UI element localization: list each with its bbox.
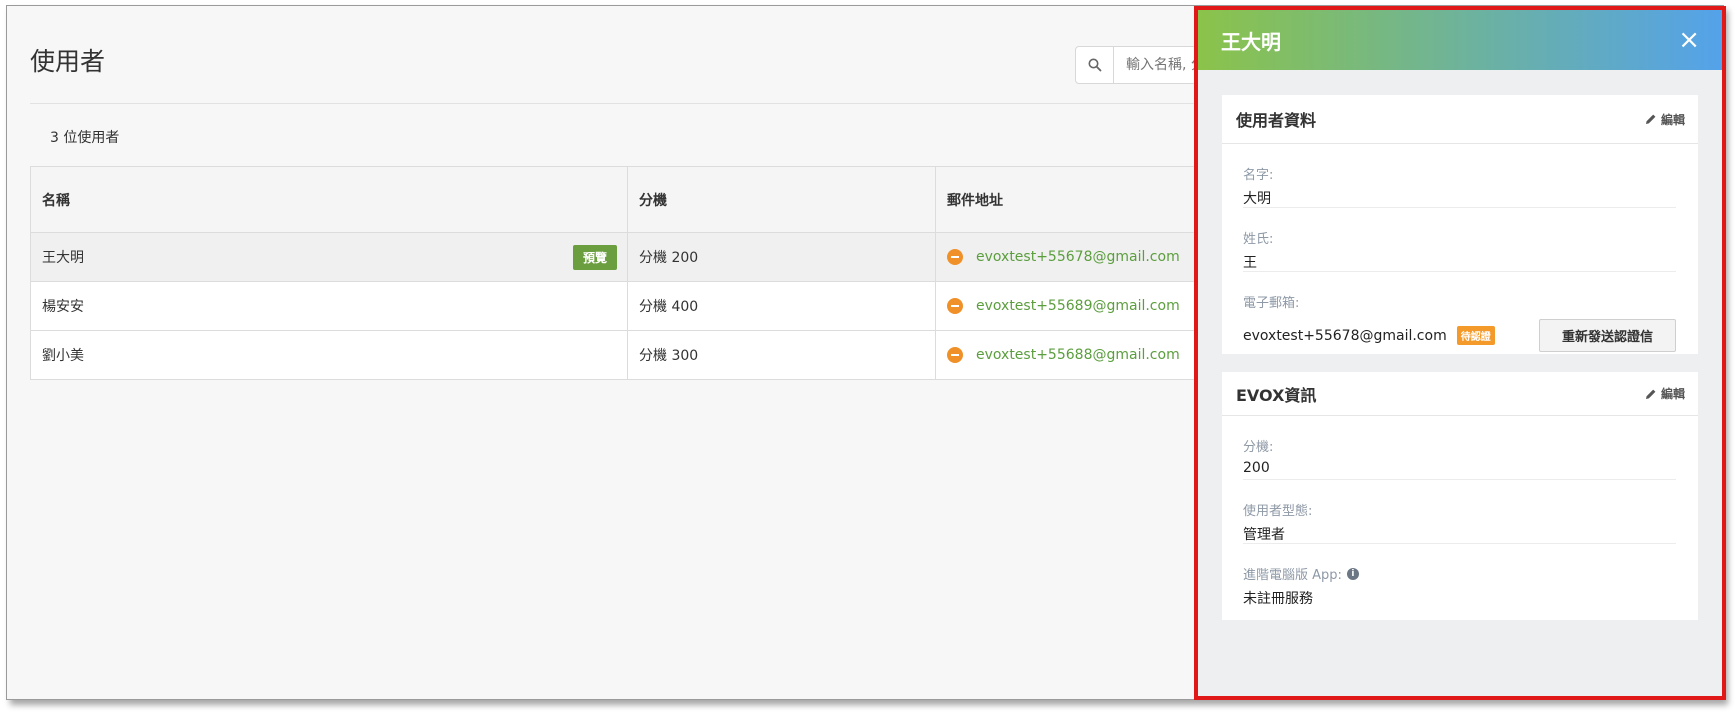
- extension-cell: 分機 400: [627, 281, 936, 331]
- unverified-status-icon: [947, 347, 963, 363]
- desktop-app-label-text: 進階電腦版 App:: [1243, 568, 1342, 583]
- email-link[interactable]: evoxtest+55689@gmail.com: [976, 298, 1180, 314]
- unverified-status-icon: [947, 249, 963, 265]
- first-name-label: 名字:: [1243, 168, 1274, 183]
- panel-header: 王大明 ×: [1198, 10, 1722, 70]
- unverified-status-icon: [947, 298, 963, 314]
- preview-button[interactable]: 預覽: [572, 245, 617, 270]
- user-info-card: 使用者資料 編輯 名字: 大明 姓氏: 王 電子郵箱: evoxtest+556…: [1222, 95, 1698, 354]
- extension-label: 分機:: [1243, 440, 1274, 455]
- search-button[interactable]: [1076, 47, 1114, 83]
- desktop-app-value: 未註冊服務: [1243, 591, 1313, 607]
- panel-title: 王大明: [1221, 29, 1281, 54]
- user-name-cell[interactable]: 劉小美: [30, 330, 628, 380]
- extension-cell: 分機 300: [627, 330, 936, 380]
- edit-evox-info-button[interactable]: 編輯: [1645, 385, 1685, 402]
- edit-label: 編輯: [1660, 112, 1685, 127]
- email-value: evoxtest+55678@gmail.com: [1243, 327, 1447, 344]
- email-cell: evoxtest+55689@gmail.com: [935, 281, 1210, 331]
- extension-value: 200: [1243, 460, 1270, 476]
- last-name-label: 姓氏:: [1243, 232, 1274, 247]
- first-name-field: 名字: 大明: [1243, 144, 1676, 208]
- pencil-icon: [1645, 114, 1656, 124]
- divider: [30, 103, 1200, 104]
- extension-field: 分機: 200: [1243, 416, 1676, 480]
- table-row[interactable]: 劉小美 分機 300 evoxtest+55688@gmail.com: [30, 330, 1210, 380]
- info-icon[interactable]: i: [1346, 567, 1359, 580]
- close-icon[interactable]: ×: [1678, 27, 1700, 53]
- pending-verification-badge: 待認證: [1456, 326, 1495, 345]
- user-count: 3 位使用者: [50, 130, 120, 146]
- table-header-row: 名稱 分機 郵件地址: [30, 166, 1210, 233]
- desktop-app-field: 進階電腦版 App: i 未註冊服務: [1243, 544, 1676, 614]
- last-name-value: 王: [1243, 255, 1257, 271]
- resend-verification-button[interactable]: 重新發送認證信: [1538, 319, 1676, 352]
- desktop-app-label: 進階電腦版 App: i: [1243, 564, 1676, 583]
- first-name-value: 大明: [1243, 191, 1271, 207]
- search-icon: [1088, 58, 1101, 72]
- edit-user-info-button[interactable]: 編輯: [1645, 111, 1685, 128]
- card-title: EVOX資訊: [1236, 385, 1317, 405]
- pencil-icon: [1645, 389, 1656, 399]
- last-name-field: 姓氏: 王: [1243, 208, 1676, 272]
- email-field: 電子郵箱: evoxtest+55678@gmail.com 待認證 重新發送認…: [1243, 272, 1676, 352]
- user-detail-panel: 王大明 × 使用者資料 編輯 名字: 大明 姓氏: 王 電子郵箱: evoxte…: [1194, 6, 1726, 700]
- edit-label: 編輯: [1660, 387, 1685, 401]
- users-table: 名稱 分機 郵件地址 王大明 預覽 分機 200 evoxtest+55678@…: [30, 166, 1210, 380]
- email-link[interactable]: evoxtest+55688@gmail.com: [976, 347, 1180, 363]
- user-name: 劉小美: [42, 348, 84, 364]
- user-name-cell[interactable]: 王大明 預覽: [30, 232, 628, 282]
- column-header-email[interactable]: 郵件地址: [935, 166, 1210, 233]
- user-name-cell[interactable]: 楊安安: [30, 281, 628, 331]
- card-header: 使用者資料 編輯: [1222, 95, 1698, 144]
- table-row[interactable]: 楊安安 分機 400 evoxtest+55689@gmail.com: [30, 281, 1210, 331]
- user-type-field: 使用者型態: 管理者: [1243, 480, 1676, 544]
- card-header: EVOX資訊 編輯: [1222, 372, 1698, 416]
- table-row[interactable]: 王大明 預覽 分機 200 evoxtest+55678@gmail.com: [30, 232, 1210, 282]
- card-title: 使用者資料: [1236, 111, 1317, 130]
- user-type-value: 管理者: [1243, 527, 1285, 543]
- user-name: 楊安安: [42, 299, 84, 315]
- email-cell: evoxtest+55688@gmail.com: [935, 330, 1210, 380]
- extension-cell: 分機 200: [627, 232, 936, 282]
- user-name: 王大明: [42, 250, 84, 266]
- evox-info-card: EVOX資訊 編輯 分機: 200 使用者型態: 管理者 進階電腦版 App: …: [1222, 372, 1698, 620]
- email-cell: evoxtest+55678@gmail.com: [935, 232, 1210, 282]
- user-type-label: 使用者型態:: [1243, 504, 1313, 519]
- email-link[interactable]: evoxtest+55678@gmail.com: [976, 249, 1180, 265]
- column-header-extension[interactable]: 分機: [627, 166, 936, 233]
- email-label: 電子郵箱:: [1243, 296, 1300, 311]
- page-title: 使用者: [30, 47, 106, 76]
- column-header-name[interactable]: 名稱: [30, 166, 628, 233]
